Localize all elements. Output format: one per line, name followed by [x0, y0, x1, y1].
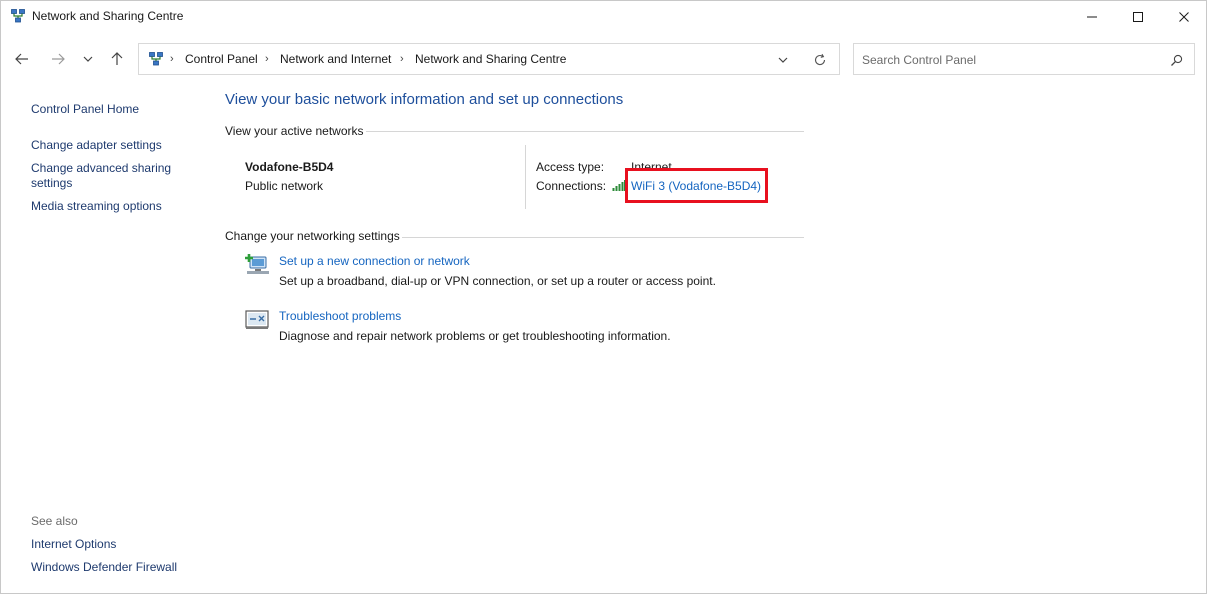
back-button[interactable] — [11, 46, 33, 72]
see-also-label: See also — [31, 514, 78, 528]
chevron-right-icon: › — [170, 53, 174, 65]
section-divider — [366, 131, 804, 132]
chevron-right-icon[interactable]: › — [265, 53, 269, 65]
arrow-up-icon — [111, 52, 123, 65]
close-icon — [1179, 12, 1189, 22]
minimize-button[interactable] — [1069, 1, 1115, 33]
search-box[interactable] — [853, 43, 1195, 75]
maximize-icon — [1133, 12, 1143, 22]
search-icon[interactable] — [1168, 52, 1184, 68]
control-panel-icon — [149, 52, 163, 66]
breadcrumb-network-and-internet[interactable]: Network and Internet — [280, 52, 391, 66]
internet-options-link[interactable]: Internet Options — [31, 537, 116, 551]
change-advanced-sharing-link[interactable]: Change advanced sharing — [31, 161, 171, 175]
active-networks-label: View your active networks — [225, 124, 364, 138]
up-button[interactable] — [106, 46, 128, 72]
refresh-button[interactable] — [811, 51, 829, 69]
troubleshoot-problems-description: Diagnose and repair network problems or … — [279, 329, 671, 343]
set-up-connection-description: Set up a broadband, dial-up or VPN conne… — [279, 274, 716, 288]
arrow-right-icon — [52, 53, 65, 65]
address-history-button[interactable] — [775, 53, 791, 67]
network-type: Public network — [245, 179, 324, 193]
minimize-icon — [1087, 16, 1097, 18]
windows-defender-firewall-link[interactable]: Windows Defender Firewall — [31, 560, 177, 574]
troubleshoot-icon — [245, 310, 269, 329]
control-panel-home-link[interactable]: Control Panel Home — [31, 102, 139, 116]
recent-locations-button[interactable] — [77, 46, 99, 72]
breadcrumb-network-and-sharing-centre[interactable]: Network and Sharing Centre — [415, 52, 566, 66]
network-name: Vodafone-B5D4 — [245, 160, 334, 174]
networking-settings-label: Change your networking settings — [225, 229, 400, 243]
change-advanced-sharing-link-line2[interactable]: settings — [31, 176, 72, 190]
chevron-down-icon — [778, 57, 788, 63]
media-streaming-options-link[interactable]: Media streaming options — [31, 199, 162, 213]
vertical-divider — [525, 145, 526, 209]
change-adapter-settings-link[interactable]: Change adapter settings — [31, 138, 162, 152]
highlight-box — [625, 168, 768, 203]
section-divider — [402, 237, 804, 238]
page-title: View your basic network information and … — [225, 91, 624, 108]
access-type-label: Access type: — [536, 160, 605, 174]
new-connection-icon — [245, 254, 269, 274]
maximize-button[interactable] — [1115, 1, 1161, 33]
window-title: Network and Sharing Centre — [32, 9, 184, 23]
magnifier-icon — [1170, 54, 1182, 66]
wifi-signal-icon — [612, 180, 626, 191]
connections-label: Connections: — [536, 179, 607, 193]
close-button[interactable] — [1161, 1, 1207, 33]
address-bar[interactable]: › Control Panel › Network and Internet ›… — [138, 43, 840, 75]
search-input[interactable] — [862, 51, 1152, 68]
title-bar: Network and Sharing Centre — [1, 1, 1206, 33]
arrow-left-icon — [15, 53, 28, 65]
set-up-connection-link[interactable]: Set up a new connection or network — [279, 254, 470, 268]
window: Network and Sharing Centre › Control Pan… — [0, 0, 1207, 594]
troubleshoot-problems-link[interactable]: Troubleshoot problems — [279, 309, 401, 323]
breadcrumb-control-panel[interactable]: Control Panel — [185, 52, 258, 66]
chevron-right-icon[interactable]: › — [400, 53, 404, 65]
forward-button[interactable] — [47, 46, 69, 72]
network-centre-icon — [11, 9, 25, 23]
chevron-down-icon — [83, 56, 93, 62]
refresh-icon — [814, 53, 826, 66]
